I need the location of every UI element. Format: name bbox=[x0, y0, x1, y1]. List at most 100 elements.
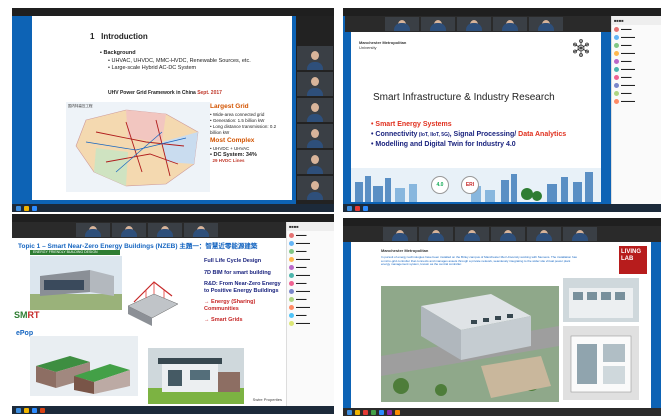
folder-icon[interactable] bbox=[24, 205, 29, 211]
participant-video[interactable] bbox=[455, 227, 489, 241]
app-icon[interactable] bbox=[355, 205, 360, 211]
app-icon[interactable] bbox=[363, 409, 368, 415]
participant-strip bbox=[296, 16, 334, 212]
list-item[interactable]: ▬▬▬▬ bbox=[287, 287, 334, 295]
building-photo bbox=[563, 278, 639, 322]
university-logo-text: Manchester Metropolitan bbox=[381, 248, 429, 253]
participant-video[interactable] bbox=[527, 227, 561, 241]
university-logo-text: Manchester Metropolitan University bbox=[359, 40, 407, 50]
participant-video[interactable] bbox=[184, 223, 218, 237]
participant-video[interactable] bbox=[297, 176, 333, 200]
video-call-window-4: Manchester Metropolitan In pursuit of en… bbox=[343, 218, 661, 416]
participant-video[interactable] bbox=[383, 227, 417, 241]
list-item[interactable]: ▬▬▬ bbox=[287, 263, 334, 271]
participant-video[interactable] bbox=[491, 227, 525, 241]
participant-video[interactable] bbox=[297, 124, 333, 148]
list-item[interactable]: ▬▬▬ bbox=[612, 57, 661, 65]
sponsor-logo: Swire Properties bbox=[252, 397, 282, 402]
panel-header: ■■■■ bbox=[287, 222, 334, 231]
list-item[interactable]: ▬▬▬ bbox=[287, 311, 334, 319]
shared-slide-introduction: 1 Introduction ▪ Background • UHVAC, UHV… bbox=[32, 16, 292, 200]
grid-facts: Largest Grid • Wide-area connected grid … bbox=[210, 103, 277, 163]
participant-gallery-strip bbox=[345, 16, 611, 32]
list-item[interactable]: ▬▬▬▬ bbox=[612, 81, 661, 89]
list-item[interactable]: ▬▬▬▬ bbox=[287, 271, 334, 279]
folder-icon[interactable] bbox=[355, 409, 360, 415]
participant-video[interactable] bbox=[421, 17, 455, 31]
building-section-image bbox=[124, 276, 182, 326]
start-icon[interactable] bbox=[347, 205, 352, 211]
participant-video[interactable] bbox=[493, 17, 527, 31]
start-icon[interactable] bbox=[16, 205, 21, 211]
bullet-list: ▪ Background • UHVAC, UHVDC, MMC-HVDC, R… bbox=[100, 50, 251, 71]
living-lab-logo: LIVING LAB bbox=[619, 246, 647, 274]
list-item[interactable]: ▬▬▬▬ bbox=[287, 239, 334, 247]
list-item[interactable]: ▬▬▬ bbox=[612, 41, 661, 49]
app-icon[interactable] bbox=[371, 409, 376, 415]
list-item[interactable]: ▬▬▬ bbox=[287, 295, 334, 303]
list-item[interactable]: ▬▬▬▬ bbox=[287, 303, 334, 311]
eri-badge: ERI bbox=[461, 176, 479, 194]
list-item[interactable]: ▬▬▬ bbox=[612, 89, 661, 97]
building-render-image bbox=[30, 256, 122, 310]
folder-icon[interactable] bbox=[24, 407, 29, 413]
meeting-toolbar bbox=[343, 8, 661, 16]
zoom-icon[interactable] bbox=[363, 205, 368, 211]
list-item[interactable]: ▬▬▬▬ bbox=[287, 255, 334, 263]
list-item[interactable]: ▬▬▬▬ bbox=[612, 97, 661, 105]
participant-video[interactable] bbox=[148, 223, 182, 237]
list-item[interactable]: ▬▬▬▬ bbox=[612, 33, 661, 41]
list-item[interactable]: ▬▬▬▬ bbox=[612, 65, 661, 73]
video-call-window-3: Topic 1 – Smart Near-Zero Energy Buildin… bbox=[12, 214, 334, 414]
video-call-window-1: 1 Introduction ▪ Background • UHVAC, UHV… bbox=[12, 8, 334, 212]
video-call-window-2: Manchester Metropolitan University Smart… bbox=[343, 8, 661, 212]
zoom-icon[interactable] bbox=[379, 409, 384, 415]
participant-video[interactable] bbox=[297, 72, 333, 96]
list-item[interactable]: ▬▬▬▬ bbox=[287, 319, 334, 327]
participant-video[interactable] bbox=[457, 17, 491, 31]
app-icon[interactable] bbox=[387, 409, 392, 415]
start-icon[interactable] bbox=[347, 409, 352, 415]
windows-taskbar bbox=[12, 406, 334, 414]
campus-aerial-photo bbox=[381, 286, 559, 402]
participant-video[interactable] bbox=[419, 227, 453, 241]
map-subtitle: UHV Power Grid Framework in China Sept. … bbox=[108, 90, 222, 96]
zoom-icon[interactable] bbox=[32, 407, 37, 413]
smart-logo: SMRT bbox=[14, 310, 40, 320]
start-icon[interactable] bbox=[16, 407, 21, 413]
shared-slide-nzeb: Topic 1 – Smart Near-Zero Energy Buildin… bbox=[12, 238, 286, 406]
powerpoint-icon[interactable] bbox=[40, 407, 45, 413]
zoom-icon[interactable] bbox=[32, 205, 37, 211]
shared-slide-smart-infrastructure: Manchester Metropolitan University Smart… bbox=[351, 32, 601, 202]
map-label: 国内特高压工程 bbox=[68, 104, 93, 108]
slide-title: 1 Introduction bbox=[90, 32, 148, 41]
list-item[interactable]: ▬▬▬ bbox=[287, 247, 334, 255]
participants-panel: ■■■■ ▬▬▬ ▬▬▬▬ ▬▬▬ ▬▬▬▬ ▬▬▬ ▬▬▬▬ ▬▬▬ ▬▬▬▬… bbox=[611, 16, 661, 204]
list-item[interactable]: ▬▬▬ bbox=[287, 231, 334, 239]
meeting-toolbar bbox=[12, 214, 334, 222]
china-grid-map bbox=[66, 102, 210, 192]
slide-title: Topic 1 – Smart Near-Zero Energy Buildin… bbox=[18, 243, 258, 250]
participant-video[interactable] bbox=[112, 223, 146, 237]
research-topics: • Smart Energy Systems • Connectivity (I… bbox=[371, 121, 567, 148]
participant-video[interactable] bbox=[563, 227, 597, 241]
windows-taskbar bbox=[343, 408, 661, 416]
participant-video[interactable] bbox=[529, 17, 563, 31]
equipment-photo bbox=[563, 326, 639, 400]
list-item[interactable]: ▬▬▬▬ bbox=[612, 49, 661, 57]
participant-video[interactable] bbox=[76, 223, 110, 237]
participant-video[interactable] bbox=[297, 46, 333, 70]
app-icon[interactable] bbox=[395, 409, 400, 415]
participant-video[interactable] bbox=[385, 17, 419, 31]
list-item[interactable]: ▬▬▬ bbox=[287, 279, 334, 287]
windows-taskbar bbox=[343, 204, 661, 212]
windows-taskbar bbox=[12, 204, 334, 212]
participant-video[interactable] bbox=[297, 98, 333, 122]
participant-video[interactable] bbox=[297, 150, 333, 174]
industry-badge: 4.0 bbox=[431, 176, 449, 194]
list-item[interactable]: ▬▬▬ bbox=[612, 25, 661, 33]
participant-gallery-strip bbox=[343, 226, 661, 242]
list-item[interactable]: ▬▬▬ bbox=[612, 73, 661, 81]
house-photo-image bbox=[148, 348, 244, 404]
section-banner: ENERGY FRIENDLY BUILDING DESIGN bbox=[30, 250, 120, 255]
